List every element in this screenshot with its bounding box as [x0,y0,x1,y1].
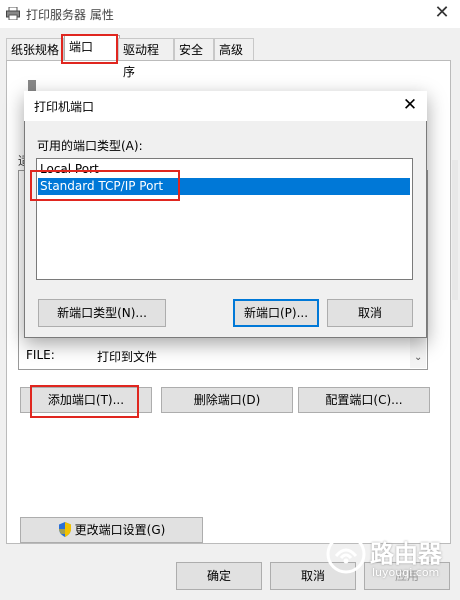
ok-button[interactable]: 确定 [176,562,262,590]
delete-port-button[interactable]: 删除端口(D) [161,387,293,413]
panel-edge [452,160,458,300]
tab-paper-size[interactable]: 纸张规格 [6,38,64,60]
add-port-highlight-box [30,385,139,418]
tab-advanced[interactable]: 高级 [214,38,254,60]
dialog-title: 打印机端口 [34,100,95,114]
printer-icon [6,7,20,20]
close-icon[interactable]: ✕ [398,94,422,116]
change-port-settings-button[interactable]: 更改端口设置(G) [20,517,203,543]
chevron-down-icon[interactable]: ⌄ [414,352,422,363]
port-row-description[interactable]: 打印到文件 [97,348,157,365]
tab-ports-highlight-box [61,34,118,64]
new-port-button[interactable]: 新端口(P)... [233,299,319,327]
router-logo-icon [326,534,366,574]
watermark-url: luyouqi.com [372,566,440,579]
tcp-port-highlight-box [30,170,180,201]
new-port-type-button[interactable]: 新端口类型(N)... [38,299,166,327]
available-port-types-label: 可用的端口类型(A): [37,139,143,153]
dialog-cancel-button[interactable]: 取消 [327,299,413,327]
port-row-name[interactable]: FILE: [26,348,55,362]
change-port-settings-label: 更改端口设置(G) [74,523,166,537]
tab-security[interactable]: 安全 [174,38,214,60]
close-icon[interactable]: ✕ [430,2,454,24]
configure-port-button[interactable]: 配置端口(C)... [298,387,430,413]
tab-drivers[interactable]: 驱动程序 [118,38,174,79]
window-title: 打印服务器 属性 [26,8,114,22]
shield-icon [58,522,71,537]
watermark-text: 路由器 [370,540,442,568]
